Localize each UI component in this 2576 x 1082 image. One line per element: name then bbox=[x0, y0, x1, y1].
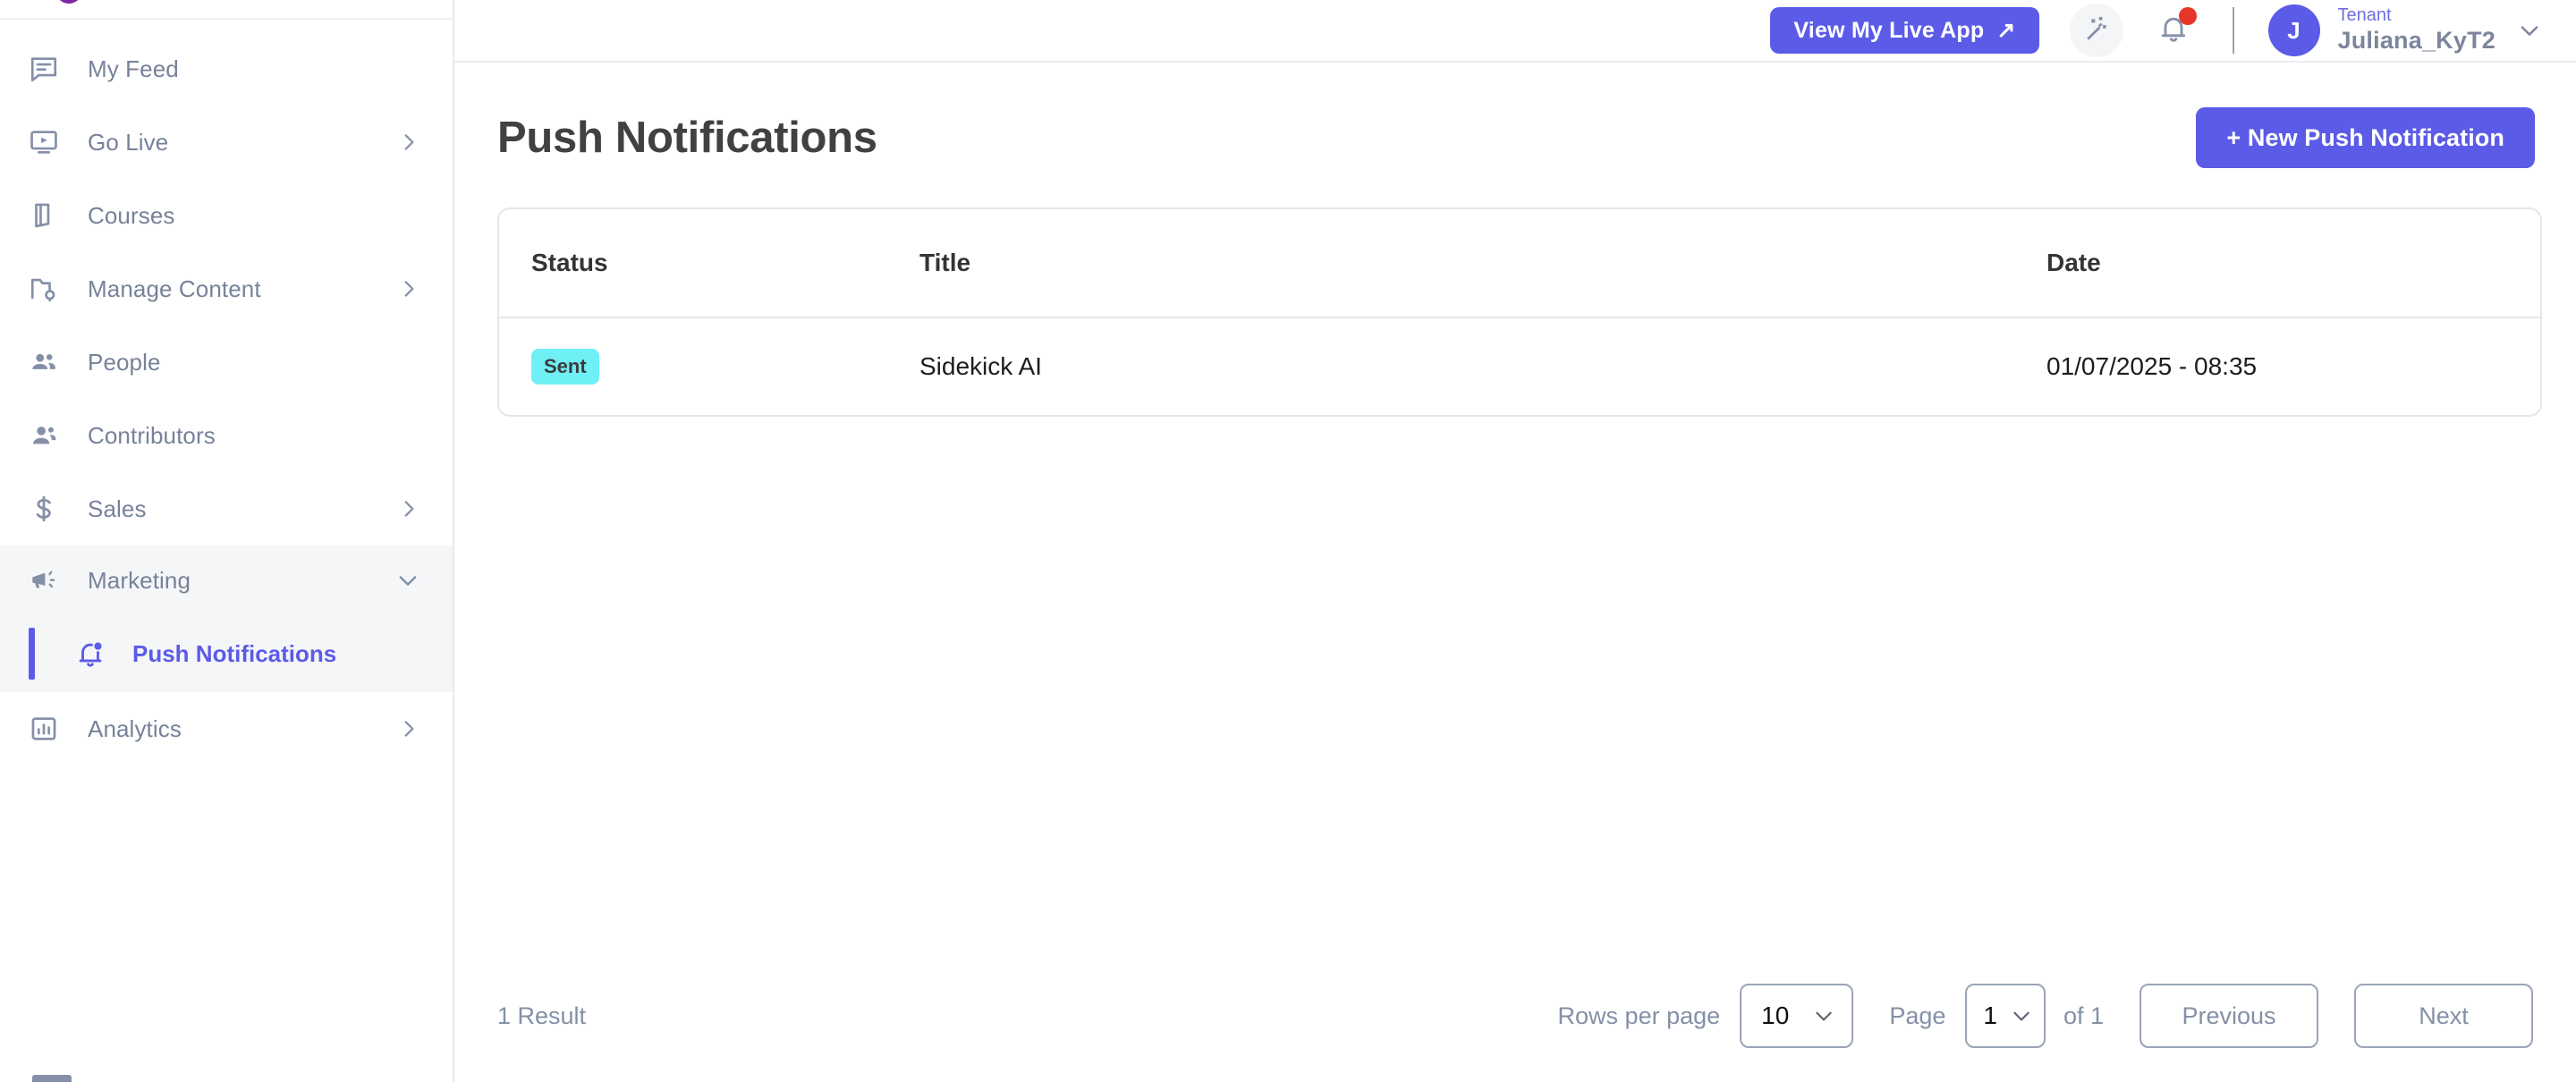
sidebar-item-people[interactable]: People bbox=[0, 325, 453, 399]
main-area: View My Live App ↗ J Tenant Juliana_KyT2… bbox=[454, 0, 2576, 1082]
rows-per-page-value: 10 bbox=[1761, 1002, 1790, 1029]
dollar-icon bbox=[29, 494, 70, 524]
notifications-button[interactable] bbox=[2150, 5, 2197, 55]
sidebar-item-label: Analytics bbox=[88, 714, 182, 742]
sidebar-item-label: People bbox=[88, 348, 161, 376]
sidebar: My Feed Go Live Courses Manage Content P… bbox=[0, 0, 454, 1082]
tenant-text: Tenant Juliana_KyT2 bbox=[2338, 5, 2496, 55]
sidebar-item-label: Contributors bbox=[88, 421, 216, 449]
sidebar-item-label: Push Notifications bbox=[132, 639, 337, 667]
status-badge: Sent bbox=[531, 349, 599, 385]
app-root: My Feed Go Live Courses Manage Content P… bbox=[0, 0, 2576, 1082]
sidebar-nav: My Feed Go Live Courses Manage Content P… bbox=[0, 20, 453, 765]
sidebar-item-manage-content[interactable]: Manage Content bbox=[0, 252, 453, 325]
column-header-title: Title bbox=[919, 249, 971, 276]
next-page-button[interactable]: Next bbox=[2354, 984, 2533, 1048]
live-video-icon bbox=[29, 127, 70, 157]
people-icon bbox=[29, 347, 70, 377]
content: Push Notifications + New Push Notificati… bbox=[454, 63, 2576, 1082]
table-head: Status Title Date bbox=[499, 209, 2540, 317]
folder-gear-icon bbox=[29, 274, 70, 304]
sidebar-item-label: Manage Content bbox=[88, 275, 261, 302]
sidebar-item-my-feed[interactable]: My Feed bbox=[0, 32, 453, 106]
cell-status: Sent bbox=[499, 317, 919, 415]
column-header-date: Date bbox=[2046, 249, 2101, 276]
page-title: Push Notifications bbox=[497, 114, 877, 162]
table-header-row: Status Title Date bbox=[499, 209, 2540, 317]
external-link-arrow-icon: ↗ bbox=[1996, 17, 2016, 43]
cell-title: Sidekick AI bbox=[919, 352, 1042, 380]
magic-wand-button[interactable] bbox=[2069, 4, 2123, 57]
tenant-menu[interactable]: J Tenant Juliana_KyT2 bbox=[2267, 4, 2542, 56]
sidebar-item-label: My Feed bbox=[88, 55, 179, 82]
active-indicator bbox=[29, 628, 35, 680]
result-count: 1 Result bbox=[497, 1002, 587, 1029]
new-push-notification-button[interactable]: + New Push Notification bbox=[2196, 107, 2535, 168]
sidebar-item-courses[interactable]: Courses bbox=[0, 179, 453, 252]
rows-per-page-label: Rows per page bbox=[1557, 1002, 1721, 1029]
topbar: View My Live App ↗ J Tenant Juliana_KyT2 bbox=[454, 0, 2576, 63]
chevron-right-icon bbox=[397, 277, 420, 300]
view-live-app-button[interactable]: View My Live App ↗ bbox=[1770, 7, 2039, 54]
notifications-table: Status Title Date Sent Sidekick AI 01/07… bbox=[499, 209, 2540, 415]
notifications-table-card: Status Title Date Sent Sidekick AI 01/07… bbox=[497, 207, 2542, 417]
page-select[interactable]: 1 bbox=[1965, 984, 2046, 1048]
pagination-controls: Rows per page 10 Page 1 of 1 Previous Ne… bbox=[1558, 984, 2533, 1048]
chevron-down-icon bbox=[1812, 1004, 1835, 1027]
sidebar-item-sales[interactable]: Sales bbox=[0, 472, 453, 545]
sidebar-item-label: Go Live bbox=[88, 128, 169, 156]
sidebar-next-item-partial-icon bbox=[32, 1075, 72, 1082]
chevron-down-icon bbox=[395, 568, 420, 593]
table-row[interactable]: Sent Sidekick AI 01/07/2025 - 08:35 bbox=[499, 317, 2540, 415]
chevron-right-icon bbox=[397, 131, 420, 154]
page-header: Push Notifications + New Push Notificati… bbox=[497, 63, 2542, 168]
chevron-down-icon bbox=[2517, 18, 2542, 43]
previous-page-button[interactable]: Previous bbox=[2140, 984, 2318, 1048]
table-footer: 1 Result Rows per page 10 Page 1 of 1 Pr… bbox=[497, 973, 2542, 1082]
cell-date: 01/07/2025 - 08:35 bbox=[2046, 352, 2258, 380]
book-icon bbox=[29, 200, 70, 231]
brand-strip bbox=[0, 0, 453, 20]
sidebar-item-push-notifications[interactable]: Push Notifications bbox=[0, 615, 453, 692]
sidebar-group-marketing: Marketing Push Notifications bbox=[0, 545, 453, 692]
notification-badge-dot bbox=[2178, 7, 2197, 25]
page-label: Page bbox=[1889, 1002, 1946, 1029]
sidebar-item-analytics[interactable]: Analytics bbox=[0, 692, 453, 765]
sidebar-item-marketing[interactable]: Marketing bbox=[0, 545, 453, 615]
page-value: 1 bbox=[1983, 1002, 1997, 1029]
bell-alert-icon bbox=[75, 638, 113, 669]
rows-per-page-select[interactable]: 10 bbox=[1740, 984, 1854, 1048]
megaphone-icon bbox=[29, 565, 70, 596]
column-header-status: Status bbox=[531, 249, 608, 276]
topbar-divider bbox=[2232, 7, 2234, 54]
avatar: J bbox=[2267, 4, 2320, 56]
view-live-app-label: View My Live App bbox=[1793, 17, 1985, 43]
tenant-label: Tenant bbox=[2337, 5, 2392, 26]
bar-chart-icon bbox=[29, 714, 70, 744]
magic-wand-icon bbox=[2081, 13, 2112, 48]
sidebar-item-go-live[interactable]: Go Live bbox=[0, 106, 453, 179]
page-total-label: of 1 bbox=[2063, 1002, 2104, 1029]
chevron-right-icon bbox=[397, 497, 420, 520]
tenant-name: Juliana_KyT2 bbox=[2337, 26, 2496, 54]
sidebar-item-label: Courses bbox=[88, 201, 175, 229]
brand-logo-icon bbox=[55, 0, 82, 4]
sidebar-item-contributors[interactable]: Contributors bbox=[0, 399, 453, 472]
sidebar-item-label: Marketing bbox=[88, 566, 191, 594]
table-body: Sent Sidekick AI 01/07/2025 - 08:35 bbox=[499, 317, 2540, 415]
chevron-right-icon bbox=[397, 717, 420, 740]
chevron-down-icon bbox=[2010, 1004, 2033, 1027]
sidebar-item-label: Sales bbox=[88, 495, 147, 522]
feed-icon bbox=[29, 54, 70, 84]
contributors-icon bbox=[29, 420, 70, 451]
